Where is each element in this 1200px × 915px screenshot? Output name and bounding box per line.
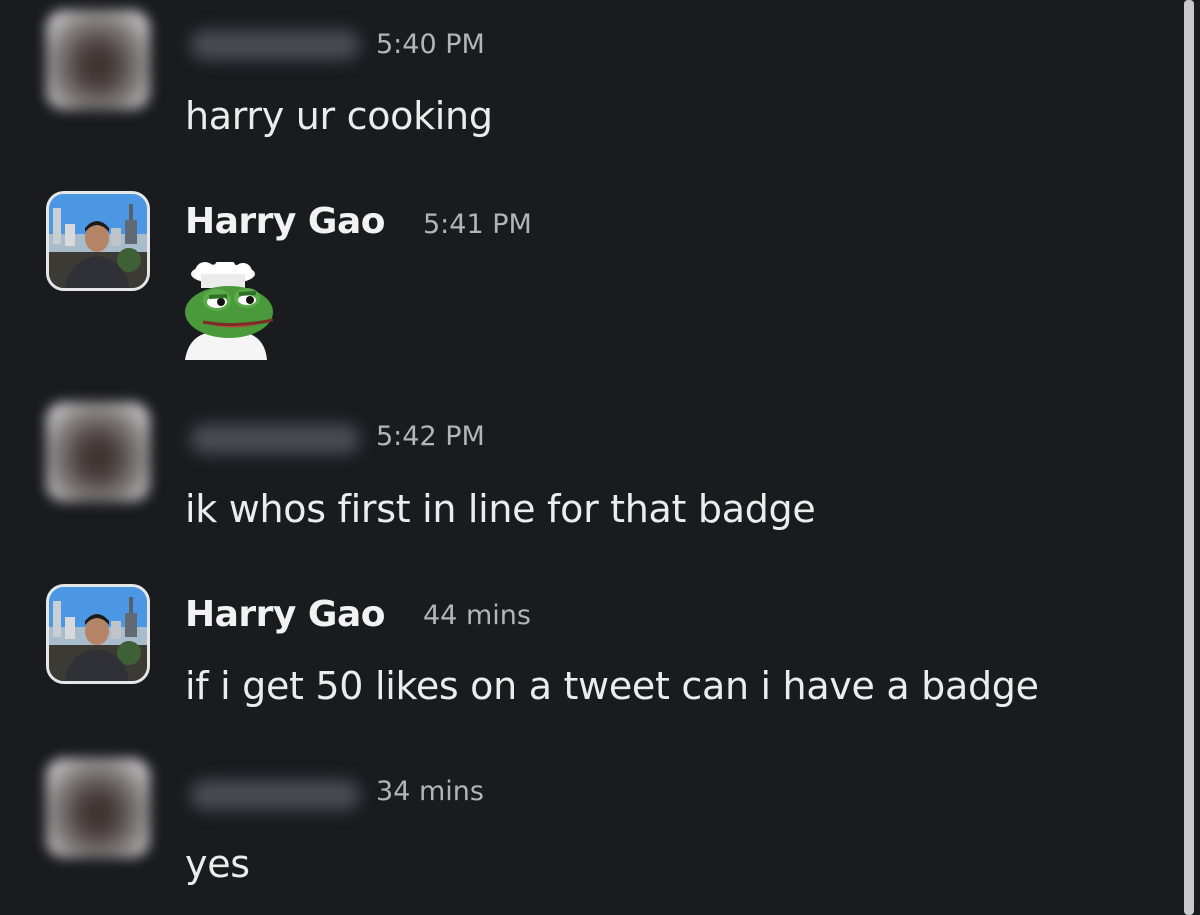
message-text: if i get 50 likes on a tweet can i have … <box>185 664 1039 708</box>
avatar-photo-icon <box>49 194 147 288</box>
message-timestamp[interactable]: 34 mins <box>376 776 484 807</box>
chef-pepe-emoji-icon <box>183 258 278 360</box>
message-text: harry ur cooking <box>185 94 493 138</box>
message-timestamp[interactable]: 5:42 PM <box>376 421 485 452</box>
sender-name[interactable]: Harry Gao <box>185 201 386 242</box>
avatar-blurred[interactable] <box>46 758 150 858</box>
sender-name-blurred[interactable] <box>190 780 360 810</box>
message-text: ik whos first in line for that badge <box>185 487 816 531</box>
avatar-blurred[interactable] <box>46 10 150 110</box>
sender-name[interactable]: Harry Gao <box>185 594 386 635</box>
sender-name-blurred[interactable] <box>190 424 360 454</box>
message-text: yes <box>185 842 250 886</box>
scrollbar[interactable] <box>1184 0 1194 915</box>
sender-name-blurred[interactable] <box>190 30 360 60</box>
avatar-photo-icon <box>49 587 147 681</box>
avatar-harry-gao[interactable] <box>46 584 150 684</box>
message-timestamp[interactable]: 5:41 PM <box>423 209 532 240</box>
avatar-harry-gao[interactable] <box>46 191 150 291</box>
avatar-blurred[interactable] <box>46 402 150 502</box>
message-timestamp[interactable]: 44 mins <box>423 600 531 631</box>
message-timestamp[interactable]: 5:40 PM <box>376 29 485 60</box>
